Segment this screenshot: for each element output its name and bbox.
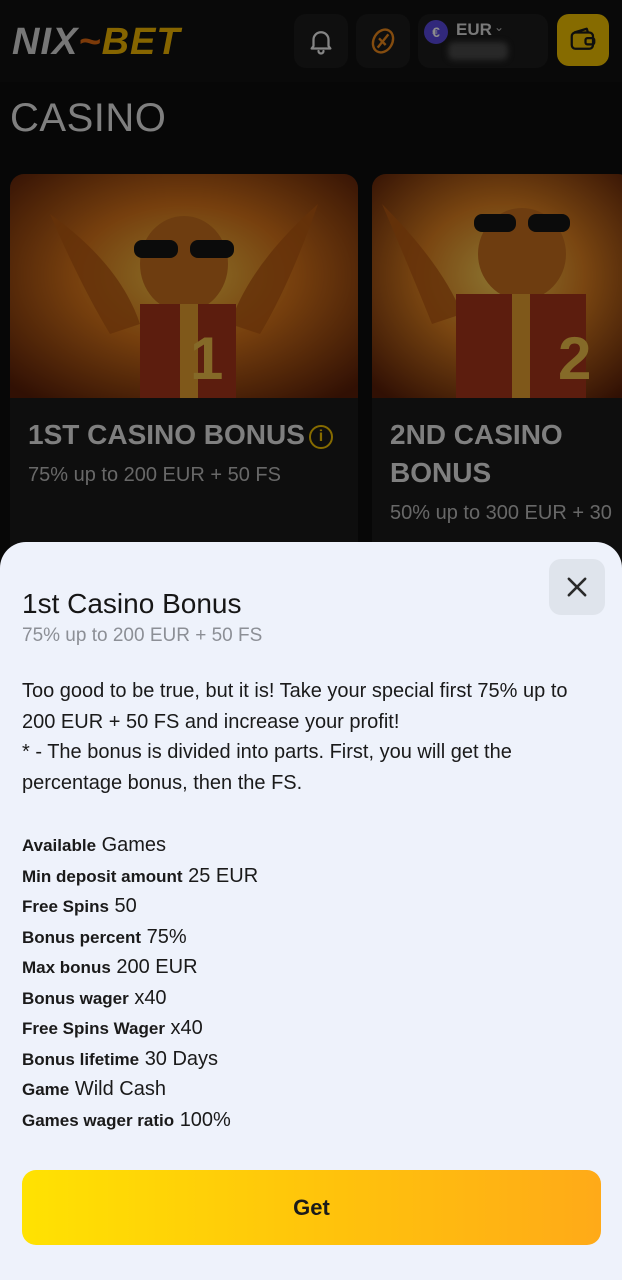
description-paragraph: Too good to be true, but it is! Take you…	[22, 680, 568, 733]
detail-row-min-deposit: Min deposit amount 25 EUR	[22, 861, 602, 892]
get-bonus-button[interactable]: Get	[22, 1170, 601, 1245]
detail-row-available: Available Games	[22, 830, 602, 861]
detail-value: 200 EUR	[116, 956, 198, 978]
close-icon	[567, 577, 587, 597]
bonus-description: Too good to be true, but it is! Take you…	[22, 676, 602, 798]
detail-row-game: Game Wild Cash	[22, 1074, 602, 1105]
detail-value: x40	[170, 1017, 203, 1039]
detail-label: Min deposit amount	[22, 866, 183, 886]
detail-label: Max bonus	[22, 958, 111, 977]
detail-value: Wild Cash	[74, 1078, 166, 1100]
detail-value: 30 Days	[144, 1047, 219, 1070]
detail-value: Games	[101, 834, 167, 856]
detail-label: Available	[22, 836, 97, 855]
detail-label: Bonus percent	[22, 927, 142, 947]
modal-subtitle: 75% up to 200 EUR + 50 FS	[22, 625, 263, 646]
detail-label: Free Spins Wager	[22, 1019, 165, 1038]
detail-label: Free Spins	[22, 897, 109, 916]
detail-value: x40	[134, 986, 167, 1009]
bonus-details-list: Available Games Min deposit amount 25 EU…	[22, 830, 602, 1135]
description-note: * - The bonus is divided into parts. Fir…	[22, 741, 512, 794]
detail-label: Game	[22, 1080, 70, 1099]
close-button[interactable]	[549, 559, 605, 615]
detail-label: Games wager ratio	[22, 1110, 175, 1130]
detail-value: 75%	[146, 925, 187, 948]
detail-value: 100%	[179, 1108, 231, 1131]
detail-row-free-spins-wager: Free Spins Wager x40	[22, 1013, 602, 1044]
detail-label: Bonus lifetime	[22, 1049, 140, 1069]
detail-row-bonus-percent: Bonus percent 75%	[22, 922, 602, 953]
detail-row-bonus-wager: Bonus wager x40	[22, 983, 602, 1014]
detail-row-free-spins: Free Spins 50	[22, 891, 602, 922]
detail-value: 50	[114, 895, 137, 917]
detail-row-wager-ratio: Games wager ratio 100%	[22, 1105, 602, 1136]
detail-row-max-bonus: Max bonus 200 EUR	[22, 952, 602, 983]
detail-label: Bonus wager	[22, 988, 129, 1008]
detail-row-bonus-lifetime: Bonus lifetime 30 Days	[22, 1044, 602, 1075]
modal-title: 1st Casino Bonus	[22, 588, 242, 619]
detail-value: 25 EUR	[188, 864, 259, 887]
